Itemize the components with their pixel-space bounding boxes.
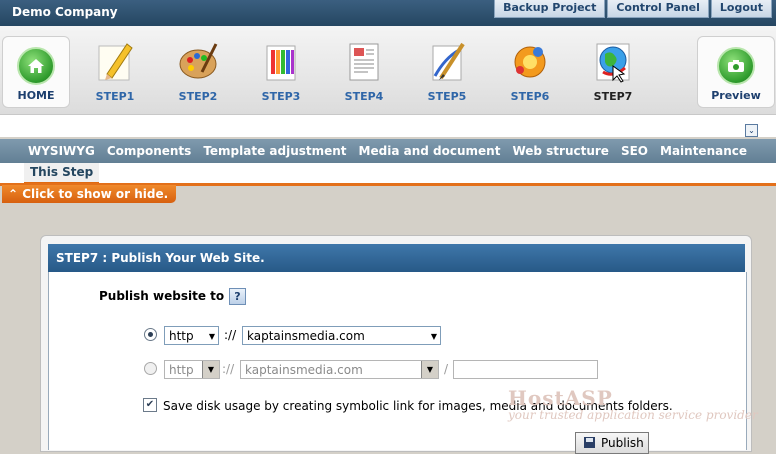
double-chevron-up-icon: ⌃ xyxy=(8,187,19,201)
show-hide-label: Click to show or hide. xyxy=(22,187,169,201)
help-icon[interactable]: ? xyxy=(229,288,246,305)
brush-icon xyxy=(425,38,469,84)
show-hide-toggle[interactable]: ⌃ Click to show or hide. xyxy=(2,185,177,203)
panel-title: STEP7 : Publish Your Web Site. xyxy=(48,244,745,272)
document-icon xyxy=(342,38,386,84)
protocol-value: http xyxy=(169,329,194,343)
domain-select[interactable]: kaptainsmedia.com ▼ xyxy=(242,326,441,345)
domain-value: kaptainsmedia.com xyxy=(245,363,363,377)
step5-label: STEP5 xyxy=(427,90,467,103)
tab-this-step[interactable]: This Step xyxy=(24,163,100,184)
company-name: Demo Company xyxy=(12,5,118,19)
chevron-down-icon: ▼ xyxy=(202,361,219,378)
sub-tab-bar xyxy=(0,163,776,183)
publish-button[interactable]: Publish xyxy=(575,432,649,454)
globe-icon xyxy=(591,38,635,84)
logout-link[interactable]: Logout xyxy=(710,0,772,18)
step4-button[interactable]: STEP4 xyxy=(334,38,394,103)
tab-components[interactable]: Components xyxy=(101,139,198,163)
control-panel-link[interactable]: Control Panel xyxy=(607,0,709,18)
watermark-logo: HostASP your trusted application service… xyxy=(508,386,758,422)
domain-value: kaptainsmedia.com xyxy=(247,329,365,343)
top-links: Backup Project Control Panel Logout xyxy=(492,0,772,18)
camera-icon xyxy=(717,47,755,85)
watermark-tagline: your trusted application service provide… xyxy=(508,408,758,422)
step3-button[interactable]: STEP3 xyxy=(251,38,311,103)
backup-project-link[interactable]: Backup Project xyxy=(494,0,606,18)
pencil-icon xyxy=(93,38,137,84)
home-icon xyxy=(17,47,55,85)
path-separator: / xyxy=(444,362,449,376)
step2-button[interactable]: STEP2 xyxy=(168,38,228,103)
toolbar-strip xyxy=(0,115,776,137)
protocol-value: http xyxy=(169,363,194,377)
watermark-brand: HostASP xyxy=(508,386,613,410)
preview-label: Preview xyxy=(711,89,761,102)
tab-media-and-document[interactable]: Media and document xyxy=(353,139,507,163)
step2-label: STEP2 xyxy=(178,90,218,103)
step7-label: STEP7 xyxy=(593,90,633,103)
publish-option-path-radio[interactable] xyxy=(144,362,157,375)
home-label: HOME xyxy=(17,89,55,102)
step1-button[interactable]: STEP1 xyxy=(85,38,145,103)
publish-option-domain-radio[interactable] xyxy=(144,328,157,341)
home-button[interactable]: HOME xyxy=(2,36,70,108)
gear-flower-icon xyxy=(508,38,552,84)
protocol-separator: :// xyxy=(222,362,235,376)
publish-to-label: Publish website to : xyxy=(99,289,234,303)
step1-label: STEP1 xyxy=(95,90,135,103)
save-disk-icon xyxy=(584,437,595,448)
protocol-select-disabled[interactable]: http ▼ xyxy=(164,360,220,379)
palette-icon xyxy=(176,38,220,84)
protocol-select[interactable]: http ▼ xyxy=(164,326,219,345)
tab-maintenance[interactable]: Maintenance xyxy=(654,139,753,163)
color-swatches-icon xyxy=(259,38,303,84)
publish-button-label: Publish xyxy=(601,436,644,450)
step4-label: STEP4 xyxy=(344,90,384,103)
chevron-down-icon: ▼ xyxy=(430,332,437,341)
domain-select-disabled[interactable]: kaptainsmedia.com ▼ xyxy=(240,360,439,379)
tab-list: WYSIWYG Components Template adjustment M… xyxy=(22,139,753,163)
chevron-down-icon: ▼ xyxy=(421,361,438,378)
step6-label: STEP6 xyxy=(510,90,550,103)
tab-wysiwyg[interactable]: WYSIWYG xyxy=(22,139,101,163)
step7-button[interactable]: STEP7 xyxy=(583,38,643,103)
tab-template-adjustment[interactable]: Template adjustment xyxy=(197,139,352,163)
path-input[interactable] xyxy=(453,360,598,379)
tab-seo[interactable]: SEO xyxy=(615,139,654,163)
tab-web-structure[interactable]: Web structure xyxy=(506,139,615,163)
symbolic-link-checkbox[interactable]: ✔ xyxy=(143,398,157,412)
preview-button[interactable]: Preview xyxy=(697,36,775,108)
step6-button[interactable]: STEP6 xyxy=(500,38,560,103)
step3-label: STEP3 xyxy=(261,90,301,103)
chevron-down-icon: ▼ xyxy=(208,332,215,341)
chevron-down-icon[interactable]: ⌄ xyxy=(745,124,758,137)
step5-button[interactable]: STEP5 xyxy=(417,38,477,103)
protocol-separator: :// xyxy=(224,328,237,342)
